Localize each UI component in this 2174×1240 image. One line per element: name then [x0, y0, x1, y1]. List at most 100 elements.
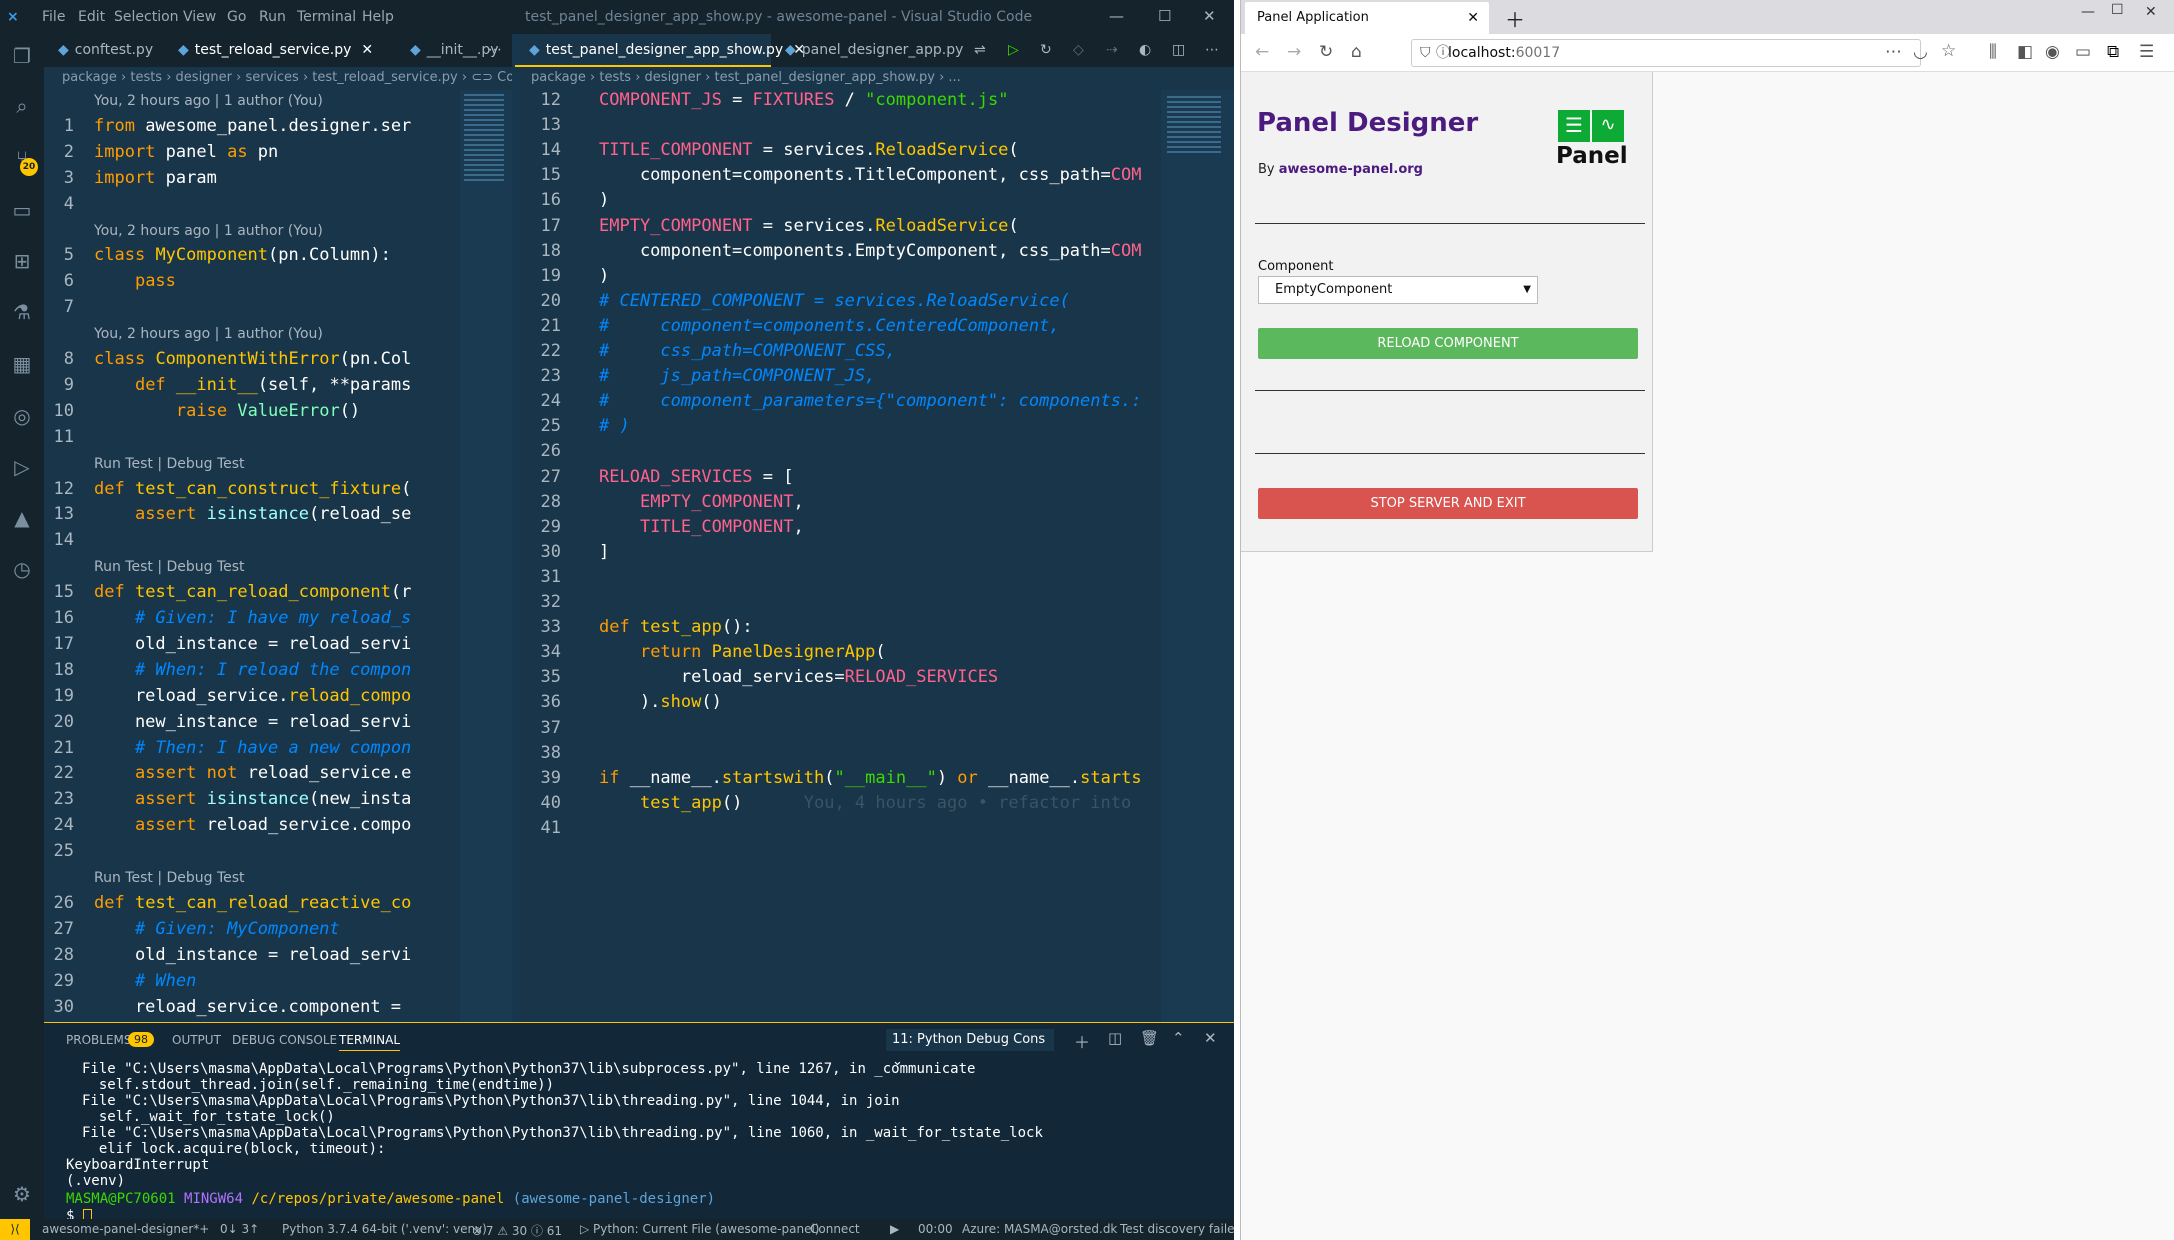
- azure-icon[interactable]: ▲: [10, 506, 34, 530]
- account-icon[interactable]: ◉: [2045, 42, 2060, 62]
- database-icon[interactable]: ◎: [10, 404, 34, 428]
- hamburger-menu-icon[interactable]: ☰: [2139, 42, 2154, 62]
- search-icon[interactable]: ⌕: [10, 94, 34, 118]
- live-share-icon[interactable]: ◷: [10, 557, 34, 581]
- code-line[interactable]: assert not reload_service.e: [94, 763, 411, 783]
- new-terminal-icon[interactable]: ＋: [1074, 1029, 1090, 1053]
- code-line[interactable]: def test_can_construct_fixture(: [94, 479, 411, 499]
- maximize-icon[interactable]: ☐: [1158, 7, 1171, 25]
- code-line[interactable]: def test_app():: [599, 617, 753, 637]
- tab-debug-console[interactable]: DEBUG CONSOLE: [232, 1033, 337, 1047]
- status-azure-account[interactable]: Azure: MASMA@orsted.dk: [962, 1222, 1117, 1236]
- code-line[interactable]: # js_path=COMPONENT_JS,: [599, 366, 875, 386]
- status-debug-config[interactable]: ▷ Python: Current File (awesome-panel): [580, 1222, 819, 1236]
- remote-explorer-icon[interactable]: ▭: [10, 198, 34, 222]
- close-panel-icon[interactable]: ✕: [1204, 1029, 1217, 1047]
- menu-view[interactable]: View: [183, 9, 216, 25]
- status-interpreter[interactable]: Python 3.7.4 64-bit ('.venv': venv): [282, 1222, 487, 1236]
- left-code-editor[interactable]: You, 2 hours ago | 1 author (You) 1 from a…: [44, 90, 460, 1022]
- code-line[interactable]: ): [599, 266, 609, 286]
- browser-tab[interactable]: Panel Application ✕: [1245, 2, 1489, 34]
- tab-test-reload-service[interactable]: ◆ test_reload_service.py ✕: [164, 34, 396, 67]
- kill-terminal-icon[interactable]: 🗑: [1140, 1029, 1159, 1047]
- code-line[interactable]: # component=components.CenteredComponent…: [599, 316, 1060, 336]
- status-connect[interactable]: Connect: [810, 1222, 860, 1236]
- code-line[interactable]: new_instance = reload_servi: [94, 712, 411, 732]
- split-terminal-icon[interactable]: ◫: [1108, 1029, 1122, 1047]
- minimize-icon[interactable]: —: [1109, 7, 1124, 25]
- code-line[interactable]: EMPTY_COMPONENT = services.ReloadService…: [599, 216, 1019, 236]
- code-line[interactable]: raise ValueError(): [94, 401, 360, 421]
- menu-help[interactable]: Help: [362, 9, 394, 25]
- code-line[interactable]: assert isinstance(new_insta: [94, 789, 411, 809]
- code-line[interactable]: ): [599, 190, 609, 210]
- right-breadcrumb[interactable]: package › tests › designer › test_panel_…: [531, 67, 1231, 89]
- more-actions-icon[interactable]: ⋯: [480, 34, 512, 67]
- code-line[interactable]: def test_can_reload_component(r: [94, 582, 411, 602]
- page-actions-icon[interactable]: ⋯: [1885, 42, 1902, 62]
- code-lens[interactable]: You, 2 hours ago | 1 author (You): [94, 93, 323, 109]
- right-code-editor[interactable]: 12 COMPONENT_JS = FIXTURES / "component.j…: [515, 90, 1161, 1022]
- extensions-icon[interactable]: ⊞: [10, 249, 34, 273]
- code-line[interactable]: # When: I reload the compon: [94, 660, 411, 680]
- code-line[interactable]: # Given: I have my reload_s: [94, 608, 411, 628]
- toggle-blame-icon[interactable]: ◐: [1139, 34, 1151, 67]
- code-line[interactable]: # When: [94, 971, 196, 991]
- stop-server-button[interactable]: STOP SERVER AND EXIT: [1258, 488, 1638, 519]
- back-icon[interactable]: ←: [1255, 42, 1269, 62]
- code-line[interactable]: # css_path=COMPONENT_CSS,: [599, 341, 896, 361]
- tab-panel-designer-app[interactable]: ◆ panel_designer_app.py: [771, 34, 971, 67]
- status-sync[interactable]: 0↓ 3↑: [220, 1222, 259, 1236]
- code-line[interactable]: ]: [599, 542, 609, 562]
- close-icon[interactable]: ✕: [2145, 4, 2157, 20]
- close-tab-icon[interactable]: ✕: [361, 42, 373, 58]
- url-bar[interactable]: ⛉ ⓘ localhost:60017: [1411, 39, 1921, 67]
- maximize-icon[interactable]: ☐: [2111, 2, 2124, 18]
- status-test-discovery[interactable]: Test discovery faile: [1120, 1222, 1234, 1236]
- home-icon[interactable]: ⌂: [1351, 42, 1362, 62]
- code-lens[interactable]: You, 2 hours ago | 1 author (You): [94, 223, 323, 239]
- bookmark-star-icon[interactable]: ☆: [1941, 41, 1956, 61]
- tab-conftest[interactable]: ◆ conftest.py: [44, 34, 164, 67]
- code-line[interactable]: # component_parameters={"component": com…: [599, 391, 1141, 411]
- status-play-icon[interactable]: ▶: [890, 1222, 899, 1236]
- maximize-panel-icon[interactable]: ⌃: [1172, 1029, 1185, 1047]
- library-icon[interactable]: ⫼: [1989, 42, 1997, 62]
- minimize-icon[interactable]: —: [2081, 4, 2095, 20]
- forward-icon[interactable]: →: [1287, 42, 1301, 62]
- previous-change-icon[interactable]: ◇: [1073, 34, 1084, 67]
- code-lens[interactable]: Run Test | Debug Test: [94, 870, 245, 886]
- code-line[interactable]: reload_service.component =: [94, 997, 401, 1017]
- next-change-icon[interactable]: ⇢: [1106, 34, 1118, 67]
- code-lens[interactable]: You, 2 hours ago | 1 author (You): [94, 326, 323, 342]
- new-tab-icon[interactable]: ＋: [1505, 4, 1525, 33]
- status-branch[interactable]: awesome-panel-designer*+: [42, 1222, 209, 1236]
- code-line[interactable]: # Then: I have a new compon: [94, 738, 411, 758]
- menu-file[interactable]: File: [42, 9, 65, 25]
- code-line[interactable]: # Given: MyComponent: [94, 919, 340, 939]
- code-line[interactable]: import panel as pn: [94, 142, 278, 162]
- run-debug-icon[interactable]: ▷: [10, 455, 34, 479]
- code-lens[interactable]: Run Test | Debug Test: [94, 456, 245, 472]
- right-minimap[interactable]: [1161, 90, 1234, 1022]
- terminal-select[interactable]: 11: Python Debug Cons ⌄: [886, 1029, 1054, 1069]
- code-line[interactable]: COMPONENT_JS = FIXTURES / "component.js": [599, 90, 1008, 110]
- compare-changes-icon[interactable]: ⇌: [974, 34, 986, 67]
- code-line[interactable]: assert reload_service.compo: [94, 815, 411, 835]
- code-line[interactable]: # ): [599, 416, 630, 436]
- run-file-icon[interactable]: ▷: [1008, 34, 1019, 67]
- explorer-icon[interactable]: ❐: [10, 44, 34, 68]
- tab-problems[interactable]: PROBLEMS: [66, 1033, 132, 1047]
- code-line[interactable]: class ComponentWithError(pn.Col: [94, 349, 411, 369]
- code-line[interactable]: component=components.TitleComponent, css…: [599, 165, 1142, 185]
- menu-run[interactable]: Run: [259, 9, 286, 25]
- code-line[interactable]: test_app() You, 4 hours ago • refactor i…: [599, 793, 1131, 813]
- code-line[interactable]: def __init__(self, **params: [94, 375, 411, 395]
- code-line[interactable]: if __name__.startswith("__main__") or __…: [599, 768, 1142, 788]
- code-line[interactable]: old_instance = reload_servi: [94, 945, 411, 965]
- code-line[interactable]: def test_can_reload_reactive_co: [94, 893, 411, 913]
- code-line[interactable]: import param: [94, 168, 217, 188]
- code-line[interactable]: # CENTERED_COMPONENT = services.ReloadSe…: [599, 291, 1070, 311]
- extensions-icon[interactable]: ⧉: [2107, 42, 2119, 62]
- open-changes-icon[interactable]: ↻: [1040, 34, 1052, 67]
